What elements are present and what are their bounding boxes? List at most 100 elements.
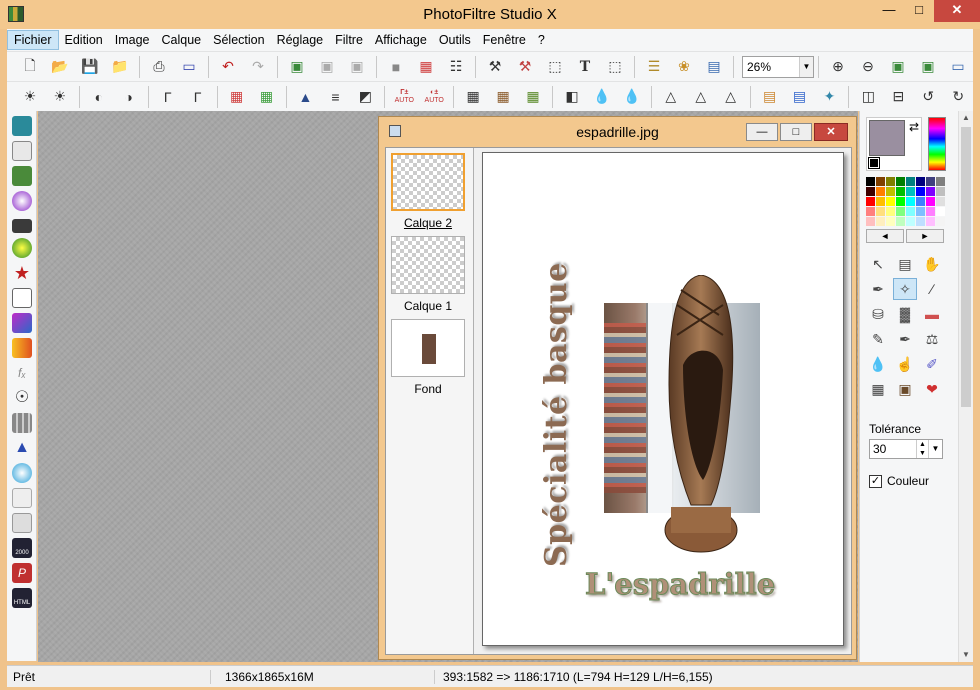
palette-swatch[interactable] bbox=[936, 197, 945, 206]
palette-swatch[interactable] bbox=[926, 217, 935, 226]
automation-icon[interactable]: ⚒ bbox=[484, 56, 506, 78]
chevron-down-icon[interactable]: ▼ bbox=[799, 56, 813, 77]
hand-icon[interactable]: ✋ bbox=[920, 253, 944, 275]
saturation-plus-icon[interactable]: ▦ bbox=[256, 86, 278, 108]
fullscreen-icon[interactable]: ▭ bbox=[947, 56, 969, 78]
scroll-thumb[interactable] bbox=[961, 127, 971, 407]
palette-swatch[interactable] bbox=[866, 207, 875, 216]
paint-bucket-icon[interactable]: ⛁ bbox=[866, 303, 890, 325]
palette-swatch[interactable] bbox=[906, 197, 915, 206]
monitor-icon[interactable] bbox=[12, 166, 32, 186]
palette-swatch[interactable] bbox=[876, 217, 885, 226]
text-tool-icon[interactable]: T bbox=[574, 56, 596, 78]
colors-icon[interactable]: ▦ bbox=[415, 56, 437, 78]
menu-help[interactable]: ? bbox=[532, 30, 551, 50]
palette-swatch[interactable] bbox=[926, 197, 935, 206]
auto-contrast-icon[interactable]: ◐± AUTO bbox=[423, 86, 445, 108]
default-colors-icon[interactable] bbox=[868, 157, 880, 169]
script-icon[interactable]: ⚒ bbox=[514, 56, 536, 78]
palette-swatch[interactable] bbox=[896, 197, 905, 206]
note-icon[interactable] bbox=[12, 288, 32, 308]
book-icon[interactable] bbox=[12, 488, 32, 508]
palette-swatch[interactable] bbox=[906, 177, 915, 186]
palette-swatch[interactable] bbox=[926, 187, 935, 196]
palette-swatch[interactable] bbox=[866, 177, 875, 186]
minimize-button[interactable]: — bbox=[874, 0, 904, 22]
doc-minimize-button[interactable]: — bbox=[746, 123, 778, 141]
layers-manager-icon[interactable]: ☰ bbox=[643, 56, 665, 78]
pdf-icon[interactable]: P bbox=[12, 563, 32, 583]
sphere-icon[interactable] bbox=[12, 191, 32, 211]
menu-selection[interactable]: Sélection bbox=[207, 30, 270, 50]
triangle-icon[interactable]: △ bbox=[690, 86, 712, 108]
palette-swatch[interactable] bbox=[916, 197, 925, 206]
advanced-brush-icon[interactable]: ✒ bbox=[893, 328, 917, 350]
palette-swatch[interactable] bbox=[936, 187, 945, 196]
palette-swatch[interactable] bbox=[916, 207, 925, 216]
invert-icon[interactable]: ◩ bbox=[354, 86, 376, 108]
brightness-minus-icon[interactable]: ☀ bbox=[19, 86, 41, 108]
filmstrip-icon[interactable] bbox=[12, 513, 32, 533]
redo-icon[interactable]: ↷ bbox=[247, 56, 269, 78]
brightness-plus-icon[interactable]: ☀ bbox=[49, 86, 71, 108]
color-selector[interactable]: ⇄ bbox=[866, 117, 922, 171]
gradient-icon[interactable]: ▤ bbox=[759, 86, 781, 108]
palette-swatch[interactable] bbox=[936, 207, 945, 216]
menu-reglage[interactable]: Réglage bbox=[271, 30, 330, 50]
camera-icon[interactable] bbox=[12, 219, 32, 233]
tolerance-spinner[interactable]: ▲ ▼ bbox=[916, 440, 928, 458]
fit-image-icon[interactable]: ▣ bbox=[887, 56, 909, 78]
color-checkbox[interactable]: ✓ Couleur bbox=[869, 474, 929, 488]
palette-swatch[interactable] bbox=[906, 217, 915, 226]
save-as-icon[interactable]: 📁 bbox=[109, 56, 131, 78]
frame-icon[interactable]: ⬚ bbox=[604, 56, 626, 78]
gradient-pattern-icon[interactable] bbox=[12, 313, 32, 333]
menu-image[interactable]: Image bbox=[109, 30, 156, 50]
menu-calque[interactable]: Calque bbox=[156, 30, 208, 50]
foreground-color-swatch[interactable] bbox=[869, 120, 905, 156]
portrait-icon[interactable]: ▣ bbox=[893, 378, 917, 400]
palette-swatch[interactable] bbox=[896, 187, 905, 196]
rotate-right-icon[interactable]: ↻ bbox=[947, 86, 969, 108]
grid-filter-icon[interactable]: ▦ bbox=[462, 86, 484, 108]
save-2000-icon[interactable]: 2000 bbox=[12, 538, 32, 558]
layer-item-fond[interactable]: Fond bbox=[391, 319, 465, 396]
grid-icon[interactable] bbox=[12, 413, 32, 433]
grayscale-icon[interactable]: ■ bbox=[385, 56, 407, 78]
layer-item-calque-2[interactable]: Calque 2 bbox=[391, 153, 465, 230]
mosaic-filter-icon[interactable]: ▦ bbox=[492, 86, 514, 108]
gamma-plus-icon[interactable]: Γ bbox=[187, 86, 209, 108]
zoom-select[interactable]: 26% ▼ bbox=[742, 55, 814, 78]
zoom-out-icon[interactable]: ⊖ bbox=[857, 56, 879, 78]
menu-edition[interactable]: Edition bbox=[59, 30, 109, 50]
plugins-icon[interactable]: ❀ bbox=[673, 56, 695, 78]
sharpen-icon[interactable]: 💧 bbox=[621, 86, 643, 108]
palette-swatch[interactable] bbox=[936, 217, 945, 226]
document-window[interactable]: espadrille.jpg — □ ✕ Calque 2 Calque 1 F… bbox=[378, 116, 857, 660]
palette-swatch[interactable] bbox=[916, 177, 925, 186]
tolerance-value[interactable]: 30 bbox=[870, 440, 916, 458]
blur-drop-icon[interactable]: 💧 bbox=[866, 353, 890, 375]
palette-swatch[interactable] bbox=[886, 197, 895, 206]
browser-icon[interactable]: ▤ bbox=[703, 56, 725, 78]
star-icon[interactable]: ★ bbox=[12, 263, 32, 283]
drop-icon[interactable]: △ bbox=[720, 86, 742, 108]
contrast-minus-icon[interactable]: ◐ bbox=[88, 86, 110, 108]
auto-levels-icon[interactable]: Γ± AUTO bbox=[393, 86, 415, 108]
palette-swatch[interactable] bbox=[916, 187, 925, 196]
color-palette[interactable] bbox=[866, 177, 945, 226]
palette-swatch[interactable] bbox=[876, 197, 885, 206]
menu-outils[interactable]: Outils bbox=[433, 30, 477, 50]
palette-swatch[interactable] bbox=[866, 197, 875, 206]
saturation-minus-icon[interactable]: ▦ bbox=[226, 86, 248, 108]
contrast-plus-icon[interactable]: ◑ bbox=[118, 86, 140, 108]
image-canvas[interactable]: Spécialité basque L'espadrille bbox=[482, 152, 844, 646]
histogram-icon[interactable]: ▲ bbox=[12, 438, 32, 458]
tolerance-input[interactable]: 30 ▲ ▼ ▼ bbox=[869, 439, 943, 459]
save-icon[interactable]: 💾 bbox=[79, 56, 101, 78]
actual-size-icon[interactable]: ▣ bbox=[917, 56, 939, 78]
texture-filter-icon[interactable]: ▦ bbox=[522, 86, 544, 108]
emboss-icon[interactable]: ◧ bbox=[561, 86, 583, 108]
effects-icon[interactable]: ✦ bbox=[819, 86, 841, 108]
palette-swatch[interactable] bbox=[886, 217, 895, 226]
